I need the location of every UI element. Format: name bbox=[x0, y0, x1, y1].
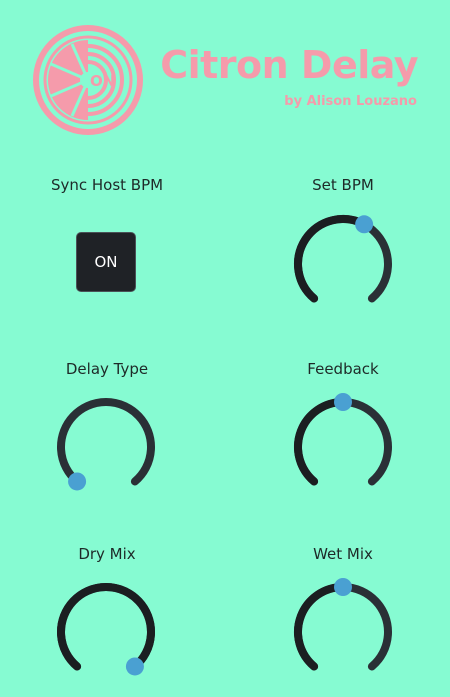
citron-logo-icon: ON bbox=[33, 25, 143, 135]
plugin-title: Citron Delay bbox=[160, 43, 418, 87]
knob-value-arc bbox=[57, 583, 155, 671]
delay-type-label: Delay Type bbox=[65, 360, 149, 378]
knob-track bbox=[57, 398, 155, 486]
knob-thumb[interactable] bbox=[68, 472, 87, 491]
sync-host-bpm-label: Sync Host BPM bbox=[50, 176, 164, 194]
plugin-author: by Alison Louzano bbox=[284, 94, 417, 109]
plugin-header: ON Citron Delay by Alison Louzano bbox=[0, 0, 450, 140]
set-bpm-label: Set BPM bbox=[312, 176, 374, 194]
knob-thumb[interactable] bbox=[125, 657, 144, 676]
dry-mix-label: Dry Mix bbox=[78, 545, 136, 563]
knob-thumb[interactable] bbox=[334, 393, 352, 411]
sync-host-bpm-toggle[interactable]: ON bbox=[76, 232, 136, 292]
delay-type-knob[interactable] bbox=[51, 392, 161, 502]
feedback-knob[interactable] bbox=[288, 392, 398, 502]
set-bpm-knob[interactable] bbox=[288, 209, 398, 319]
wet-mix-knob[interactable] bbox=[288, 577, 398, 687]
knob-thumb[interactable] bbox=[334, 578, 352, 596]
knob-value-arc bbox=[294, 215, 369, 303]
logo-text: ON bbox=[90, 72, 115, 90]
knob-thumb[interactable] bbox=[355, 215, 374, 234]
dry-mix-knob[interactable] bbox=[51, 577, 161, 687]
knob-value-arc bbox=[294, 398, 347, 486]
wet-mix-label: Wet Mix bbox=[313, 545, 373, 563]
knob-value-arc bbox=[294, 583, 347, 671]
feedback-label: Feedback bbox=[307, 360, 379, 378]
